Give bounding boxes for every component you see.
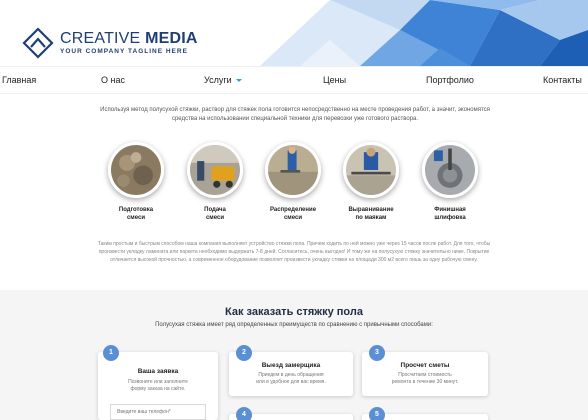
order-card-3-title: Просчет сметы <box>400 362 450 369</box>
step-label-level: Выравнивание по маякам <box>348 207 394 221</box>
order-card-2-text: Приедем в день обращения или в удобное д… <box>256 372 326 385</box>
step-supply: Подача смеси <box>180 142 250 222</box>
order-title: Как заказать стяжку пола <box>225 306 363 318</box>
step-label-distribute: Распределение смеси <box>269 207 317 221</box>
process-intro: Используя метод полусухой стяжки, раство… <box>100 107 490 122</box>
phone-input[interactable] <box>110 404 206 420</box>
section-heading-cutoff <box>0 94 588 99</box>
order-step-number-4: 4 <box>236 407 252 420</box>
step-prepare: Подготовка смеси <box>101 142 171 222</box>
nav-item-about[interactable]: О нас <box>101 75 125 85</box>
brand-name[interactable]: CREATIVE MEDIA <box>60 30 198 48</box>
step-finish: Финишная шлифовка <box>415 142 485 222</box>
process-description: Таким простым и быстрым способом наша ко… <box>97 241 491 263</box>
order-step-number-3: 3 <box>369 345 385 361</box>
site-header: CREATIVE MEDIA YOUR COMPANY TAGLINE HERE <box>0 0 588 66</box>
step-label-prepare: Подготовка смеси <box>118 207 154 221</box>
order-step-number-5: 5 <box>369 407 385 420</box>
step-distribute: Распределение смеси <box>258 142 328 222</box>
step-label-finish: Финишная шлифовка <box>434 207 466 221</box>
order-step-number-2: 2 <box>236 345 252 361</box>
order-subtitle: Полусухая стяжка имеет ряд определенных … <box>155 322 433 328</box>
nav-item-services-label: Услуги <box>204 75 232 85</box>
order-step-number-1: 1 <box>103 345 119 361</box>
brand-tagline: YOUR COMPANY TAGLINE HERE <box>60 48 188 55</box>
order-card-3-text: Просчитаем стоимость ремонта в течение 3… <box>391 372 459 385</box>
brand-name-part1: CREATIVE <box>60 30 141 47</box>
step-level: Выравнивание по маякам <box>336 142 406 222</box>
brand-name-part2: MEDIA <box>145 30 198 47</box>
order-card-1-title: Ваша заявка <box>137 368 179 375</box>
nav-item-portfolio[interactable]: Портфолио <box>426 75 474 85</box>
nav-item-services[interactable]: Услуги <box>204 75 242 85</box>
step-image-supply <box>187 142 243 198</box>
step-image-finish <box>422 142 478 198</box>
nav-item-prices[interactable]: Цены <box>323 75 346 85</box>
step-label-supply: Подача смеси <box>204 207 226 221</box>
step-image-level <box>343 142 399 198</box>
logo-icon[interactable] <box>22 27 54 59</box>
chevron-down-icon <box>235 79 242 83</box>
step-image-distribute <box>265 142 321 198</box>
main-nav: Главная О нас Услуги Цены Портфолио Конт… <box>0 66 588 94</box>
step-image-prepare <box>108 142 164 198</box>
order-card-1-text: Позвоните или заполните форму заказа на … <box>128 379 188 392</box>
order-card-2-title: Выезд замерщика <box>261 362 321 369</box>
nav-item-contacts[interactable]: Контакты <box>543 75 582 85</box>
nav-item-home[interactable]: Главная <box>2 75 36 85</box>
